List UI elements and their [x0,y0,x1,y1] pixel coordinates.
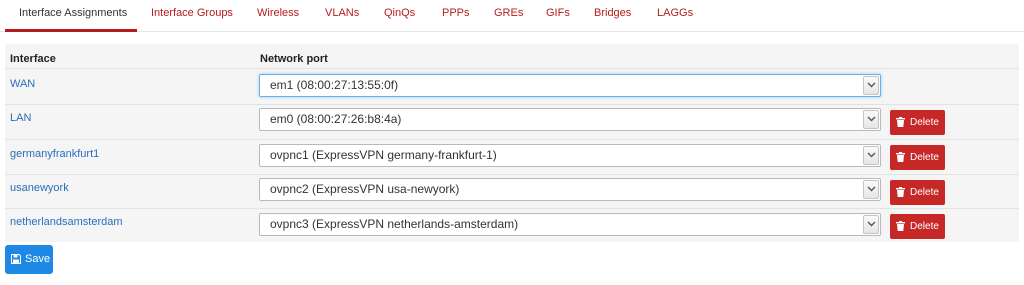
tab-vlans[interactable]: VLANs [325,0,359,32]
chevron-down-icon [863,146,879,165]
chevron-down-icon [863,215,879,234]
chevron-down-icon [863,110,879,129]
trash-icon [896,117,905,130]
trash-icon [896,187,905,200]
interface-link-lan[interactable]: LAN [10,112,31,124]
tab-interface-groups[interactable]: Interface Groups [151,0,233,32]
row-divider [5,104,1019,105]
row-divider [5,174,1019,175]
trash-icon [896,221,905,234]
delete-button-usanewyork[interactable]: Delete [890,180,945,205]
tab-ppps[interactable]: PPPs [442,0,470,32]
trash-icon [896,152,905,165]
chevron-down-icon [863,180,879,199]
tab-bar: Interface Assignments Interface Groups W… [0,0,1024,32]
network-port-select-netherlandsamsterdam[interactable]: ovpnc3 (ExpressVPN netherlands-amsterdam… [259,213,881,236]
interface-link-netherlandsamsterdam[interactable]: netherlandsamsterdam [10,216,123,228]
tab-qinqs[interactable]: QinQs [384,0,415,32]
row-divider [5,208,1019,209]
tab-gres[interactable]: GREs [494,0,523,32]
network-port-select-germanyfrankfurt1[interactable]: ovpnc1 (ExpressVPN germany-frankfurt-1) [259,144,881,167]
interface-link-wan[interactable]: WAN [10,78,35,90]
save-button[interactable]: Save [5,245,53,274]
network-port-select-usanewyork[interactable]: ovpnc2 (ExpressVPN usa-newyork) [259,178,881,201]
interface-link-usanewyork[interactable]: usanewyork [10,182,69,194]
network-port-select-wan[interactable]: em1 (08:00:27:13:55:0f) [259,74,881,97]
network-port-value: ovpnc3 (ExpressVPN netherlands-amsterdam… [270,217,519,231]
network-port-value: em0 (08:00:27:26:b8:4a) [270,112,402,126]
delete-label: Delete [910,152,939,163]
floppy-disk-icon [11,254,21,267]
network-port-value: em1 (08:00:27:13:55:0f) [270,78,399,92]
row-divider [5,139,1019,140]
network-port-value: ovpnc1 (ExpressVPN germany-frankfurt-1) [270,148,497,162]
tab-laggs[interactable]: LAGGs [657,0,693,32]
column-header-interface: Interface [10,53,56,65]
delete-button-lan[interactable]: Delete [890,110,945,135]
interface-link-germanyfrankfurt1[interactable]: germanyfrankfurt1 [10,148,99,160]
save-label: Save [25,253,51,265]
row-divider [5,68,1019,69]
tab-bridges[interactable]: Bridges [594,0,631,32]
network-port-value: ovpnc2 (ExpressVPN usa-newyork) [270,182,460,196]
chevron-down-icon [863,76,879,95]
tab-wireless[interactable]: Wireless [257,0,299,32]
delete-button-netherlandsamsterdam[interactable]: Delete [890,214,945,239]
delete-label: Delete [910,187,939,198]
tab-gifs[interactable]: GIFs [546,0,570,32]
delete-label: Delete [910,221,939,232]
network-port-select-lan[interactable]: em0 (08:00:27:26:b8:4a) [259,108,881,131]
delete-button-germanyfrankfurt1[interactable]: Delete [890,145,945,170]
tab-interface-assignments[interactable]: Interface Assignments [5,0,137,32]
delete-label: Delete [910,117,939,128]
column-header-network-port: Network port [260,53,328,65]
